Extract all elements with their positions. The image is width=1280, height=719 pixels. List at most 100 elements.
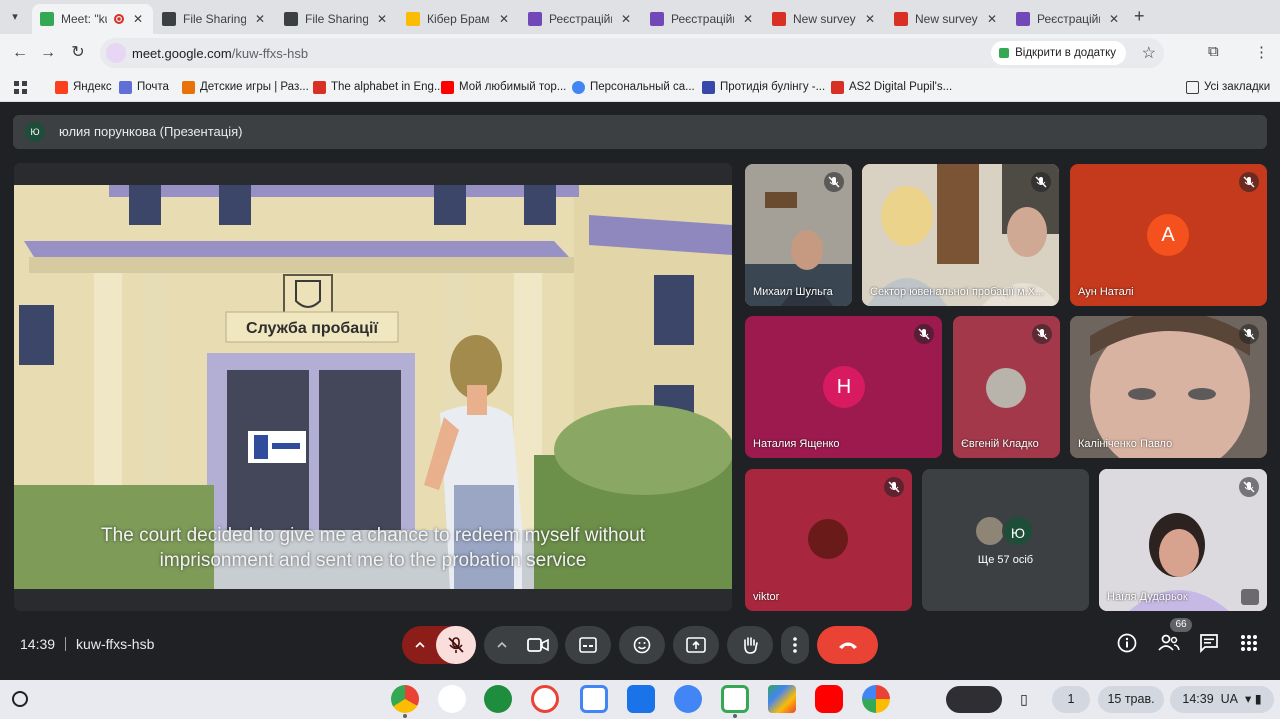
more-menu-icon[interactable]: ⋮ (1254, 43, 1269, 61)
status-tray[interactable]: 14:39 UA ▾ ▮ (1170, 686, 1274, 713)
phone-hub-icon[interactable]: ▯ (1010, 686, 1038, 713)
presenter-avatar: Ю (25, 122, 45, 142)
close-icon[interactable]: ✕ (619, 12, 633, 26)
muted-mic-icon (824, 172, 844, 192)
close-icon[interactable]: ✕ (985, 12, 999, 26)
more-participants-tile[interactable]: Ю Ще 57 осіб (922, 469, 1089, 611)
close-icon[interactable]: ✕ (253, 12, 267, 26)
tab-file-sharing-2[interactable]: File Sharing a ✕ (276, 4, 397, 34)
tab-registration-1[interactable]: Реєстраційна ✕ (520, 4, 641, 34)
chrome-icon[interactable] (391, 685, 419, 713)
tab-registration-3[interactable]: Реєстраційна ✕ (1008, 4, 1129, 34)
notifications-tray[interactable]: 1 (1052, 686, 1090, 713)
close-icon[interactable]: ✕ (1107, 12, 1121, 26)
apps-grid-icon[interactable] (14, 78, 27, 96)
tab-new-survey-1[interactable]: New survey - ✕ (764, 4, 885, 34)
more-options-button[interactable] (781, 626, 809, 664)
new-tab-plus-icon[interactable]: + (1134, 6, 1145, 27)
calendar-icon[interactable] (580, 685, 608, 713)
tab-registration-2[interactable]: Реєстраційна ✕ (642, 4, 763, 34)
activities-button[interactable] (1238, 632, 1264, 658)
participant-tile-aun-natali[interactable]: A Аун Наталі (1070, 164, 1267, 306)
raise-hand-button[interactable] (727, 626, 773, 664)
site-info-icon[interactable] (106, 43, 126, 63)
divider (65, 637, 67, 651)
bookmark-kids-games[interactable]: Детские игры | Раз... (182, 78, 309, 96)
tab-meet[interactable]: Meet: "ku ✕ (32, 4, 153, 34)
close-icon[interactable]: ✕ (863, 12, 877, 26)
leave-call-button[interactable] (817, 626, 878, 664)
gmail-icon[interactable] (531, 685, 559, 713)
date-text: 15 трав. (1107, 692, 1155, 706)
participant-tile-viktor[interactable]: viktor (745, 469, 912, 611)
bookmark-alphabet[interactable]: The alphabet in Eng... (313, 78, 444, 96)
camera-options-chevron-icon[interactable] (484, 626, 518, 664)
all-bookmarks[interactable]: Усі закладки (1186, 78, 1270, 96)
bookmark-youtube-cake[interactable]: Мой любимый тор... (441, 78, 566, 96)
close-icon[interactable]: ✕ (741, 12, 755, 26)
participant-tile-mykhailo[interactable]: Михаил Шульга (745, 164, 852, 306)
tab-new-survey-2[interactable]: New survey - ✕ (886, 4, 1007, 34)
picture-in-picture-icon[interactable] (1241, 589, 1259, 605)
meeting-code: kuw-ffxs-hsb (76, 636, 155, 652)
mic-options-chevron-icon[interactable] (402, 626, 436, 664)
reactions-button[interactable] (619, 626, 665, 664)
mic-toggle-button[interactable] (436, 626, 476, 664)
os-shelf: ▯ 1 15 трав. 14:39 UA ▾ ▮ (0, 680, 1280, 719)
photos-icon[interactable] (862, 685, 890, 713)
bookmark-personal-site[interactable]: Персональный са... (572, 78, 695, 96)
bookmark-star-icon[interactable]: ☆ (1142, 43, 1156, 63)
participant-tile-kalinichenko-pavlo[interactable]: Калініченко Павло (1070, 316, 1267, 458)
chat-icon (1200, 634, 1218, 654)
play-store-icon[interactable] (768, 685, 796, 713)
participant-tile-natalia-yashchenko[interactable]: Н Наталия Ященко (745, 316, 942, 458)
present-screen-button[interactable] (673, 626, 719, 664)
participant-name: Сектор ювенальної пробації м.Х... (870, 286, 1045, 298)
close-icon[interactable]: ✕ (375, 12, 389, 26)
bookmark-label: Протидія булінгу -... (720, 81, 826, 93)
workspace-apps-icon[interactable] (484, 685, 512, 713)
bookmark-as2-digital[interactable]: AS2 Digital Pupil's... (831, 78, 952, 96)
back-arrow-icon[interactable]: ← (10, 43, 30, 63)
assistant-icon[interactable] (438, 685, 466, 713)
tab-strip: ▾ Meet: "ku ✕ File Sharing a ✕ File Shar… (0, 0, 1280, 34)
meeting-time: 14:39 (20, 636, 56, 652)
bookmark-mail[interactable]: Почта (119, 78, 169, 96)
bookmark-bullying[interactable]: Протидія булінгу -... (702, 78, 825, 96)
muted-mic-icon (1031, 172, 1051, 192)
close-icon[interactable]: ✕ (497, 12, 511, 26)
participant-tile-juvenile-sector[interactable]: Сектор ювенальної пробації м.Х... (862, 164, 1059, 306)
participant-name: Михаил Шульга (753, 286, 833, 298)
people-button[interactable] (1157, 632, 1183, 658)
meeting-details-button[interactable] (1116, 632, 1142, 658)
tab-search-menu[interactable]: ▾ (6, 8, 24, 26)
games-icon (182, 80, 195, 94)
slide-subtitle: The court decided to give me a chance to… (14, 523, 732, 573)
camera-toggle-button[interactable] (518, 626, 558, 664)
open-in-app-button[interactable]: Відкрити в додатку (991, 41, 1126, 65)
close-icon[interactable]: ✕ (131, 12, 145, 26)
address-bar[interactable]: meet.google.com/kuw-ffxs-hsb Відкрити в … (100, 38, 1164, 68)
captions-button[interactable] (565, 626, 611, 664)
participant-name: Євгеній Кладко (961, 438, 1039, 450)
presentation-video[interactable]: Служба пробації The court decided to giv… (14, 163, 732, 611)
presenter-name: юлия порункова (Презентація) (59, 124, 243, 139)
participant-tile-nailia-dudarok[interactable]: Наїля Дударьок (1099, 469, 1267, 611)
bookmark-yandex[interactable]: Яндекс (55, 78, 112, 96)
chat-button[interactable] (1198, 632, 1224, 658)
tab-file-sharing-1[interactable]: File Sharing a ✕ (154, 4, 275, 34)
meet-icon[interactable] (721, 685, 749, 713)
date-tray[interactable]: 15 трав. (1098, 686, 1164, 713)
launcher-icon[interactable] (12, 691, 28, 707)
reload-icon[interactable]: ↻ (68, 43, 88, 63)
tab-kiber-brama[interactable]: Кібер Брама ✕ (398, 4, 519, 34)
extensions-icon[interactable]: ⧉ (1208, 43, 1219, 60)
tab-label: File Sharing a (183, 12, 246, 26)
bookmark-label: Детские игры | Раз... (200, 81, 309, 93)
participant-tile-yevhenii-kladko[interactable]: Євгеній Кладко (953, 316, 1060, 458)
files-icon[interactable] (627, 685, 655, 713)
holding-space-thumbnails[interactable] (946, 686, 1002, 713)
messages-icon[interactable] (674, 685, 702, 713)
forward-arrow-icon[interactable]: → (38, 43, 58, 63)
youtube-icon[interactable] (815, 685, 843, 713)
